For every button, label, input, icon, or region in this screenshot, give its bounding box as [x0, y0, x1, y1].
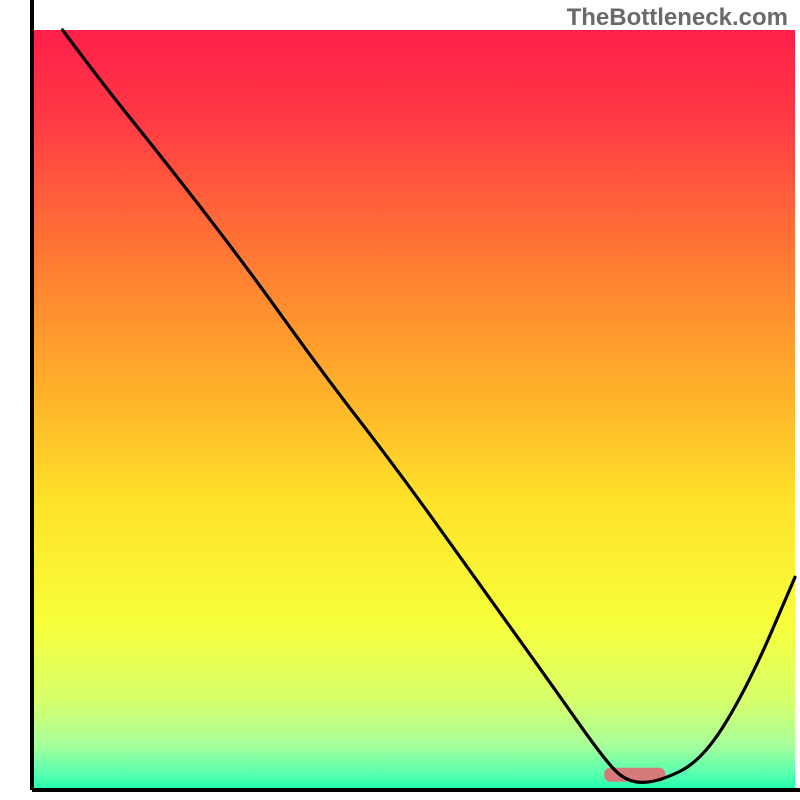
- bottleneck-chart: TheBottleneck.com: [0, 0, 800, 800]
- plot-background: [32, 30, 795, 790]
- watermark-text: TheBottleneck.com: [567, 4, 788, 32]
- chart-svg: [0, 0, 800, 800]
